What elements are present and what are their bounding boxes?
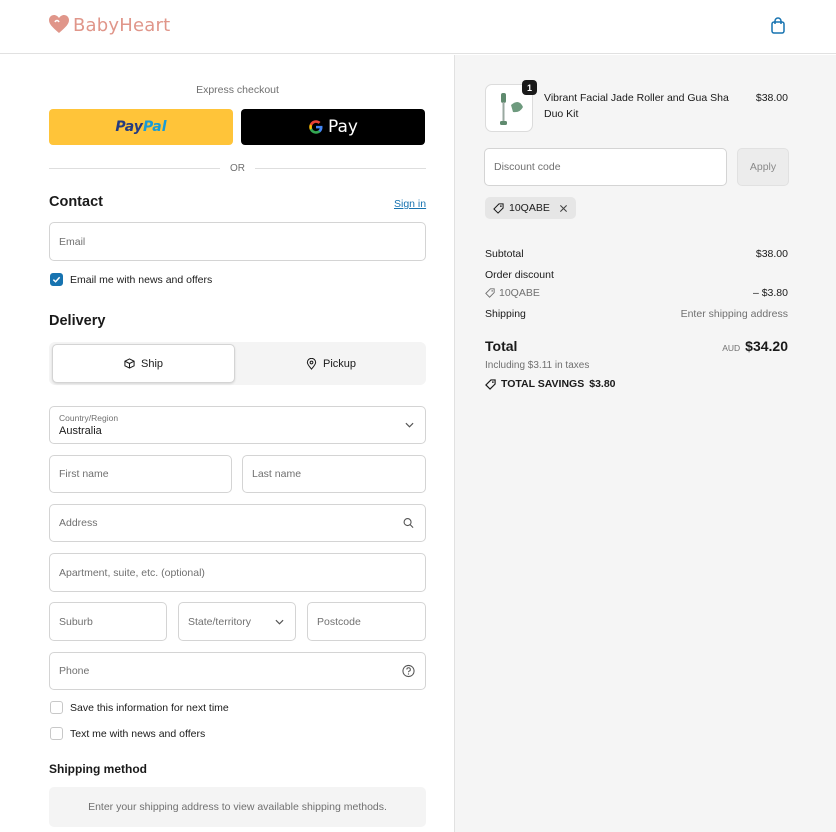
- email-news-label: Email me with news and offers: [70, 273, 213, 286]
- location-pin-icon: [306, 357, 317, 370]
- applied-discount-chip: 10QABE: [485, 197, 576, 219]
- checkout-form: Express checkout PayPal Pay OR Contact S…: [0, 55, 454, 832]
- first-name-field[interactable]: First name: [49, 455, 232, 493]
- check-icon: [52, 276, 61, 283]
- ship-option[interactable]: Ship: [52, 344, 235, 383]
- box-icon: [124, 358, 135, 369]
- taxes-note: Including $3.11 in taxes: [485, 360, 590, 371]
- total-savings: TOTAL SAVINGS $3.80: [485, 378, 616, 390]
- quantity-badge: 1: [522, 80, 537, 95]
- contact-heading: Contact: [49, 194, 103, 210]
- country-value: Australia: [59, 425, 102, 437]
- sign-in-link[interactable]: Sign in: [394, 198, 426, 210]
- currency-code: AUD: [722, 343, 741, 353]
- tag-icon: [485, 378, 496, 390]
- address-field[interactable]: Address: [49, 504, 426, 542]
- google-g-icon: [309, 120, 323, 134]
- paypal-button[interactable]: PayPal: [49, 109, 233, 145]
- country-label: Country/Region: [59, 413, 119, 423]
- header: BabyHeart: [0, 0, 836, 54]
- order-summary: 1 Vibrant Facial Jade Roller and Gua Sha…: [454, 55, 836, 832]
- or-divider: OR: [49, 161, 426, 175]
- shopping-bag-icon: [768, 17, 788, 39]
- google-pay-button[interactable]: Pay: [241, 109, 425, 145]
- delivery-method-toggle: Ship Pickup: [49, 342, 426, 385]
- text-news-label: Text me with news and offers: [70, 727, 206, 740]
- search-icon: [403, 518, 414, 528]
- last-name-field[interactable]: Last name: [242, 455, 426, 493]
- email-field[interactable]: Email: [49, 222, 426, 261]
- help-icon[interactable]: [402, 664, 415, 678]
- delivery-heading: Delivery: [49, 313, 106, 329]
- applied-discount-code: 10QABE: [509, 202, 550, 214]
- heart-icon: [48, 14, 70, 37]
- email-news-checkbox[interactable]: [50, 273, 63, 286]
- shipping-method-message: Enter your shipping address to view avai…: [49, 787, 426, 827]
- pickup-option[interactable]: Pickup: [239, 344, 423, 383]
- tag-icon: [485, 288, 495, 298]
- country-select[interactable]: Country/Region Australia: [49, 406, 426, 444]
- cart-button[interactable]: [768, 16, 788, 36]
- express-checkout-label: Express checkout: [196, 84, 279, 96]
- text-news-checkbox[interactable]: [50, 727, 63, 740]
- close-icon[interactable]: [559, 204, 568, 213]
- text-news-checkbox-row[interactable]: Text me with news and offers: [50, 727, 205, 740]
- product-name: Vibrant Facial Jade Roller and Gua Sha D…: [544, 92, 729, 120]
- apartment-field[interactable]: Apartment, suite, etc. (optional): [49, 553, 426, 592]
- save-info-checkbox-row[interactable]: Save this information for next time: [50, 701, 229, 714]
- postcode-field[interactable]: Postcode: [307, 602, 426, 641]
- chevron-down-icon: [405, 422, 414, 428]
- save-info-label: Save this information for next time: [70, 701, 229, 714]
- brand-logo[interactable]: BabyHeart: [48, 14, 170, 37]
- paypal-logo: PayPal: [115, 119, 167, 135]
- save-info-checkbox[interactable]: [50, 701, 63, 714]
- product-price: $38.00: [755, 92, 788, 104]
- state-select[interactable]: State/territory: [178, 602, 296, 641]
- total-amount: $34.20: [745, 338, 788, 354]
- shipping-row: Shipping Enter shipping address: [485, 308, 788, 320]
- tag-icon: [493, 202, 504, 214]
- subtotal-row: Subtotal $38.00: [485, 248, 788, 260]
- chevron-down-icon: [275, 619, 284, 625]
- total-row: Total AUD $34.20: [485, 338, 788, 354]
- suburb-field[interactable]: Suburb: [49, 602, 167, 641]
- email-news-checkbox-row[interactable]: Email me with news and offers: [50, 273, 212, 286]
- brand-name: BabyHeart: [73, 15, 171, 36]
- discount-code-field[interactable]: Discount code: [484, 148, 727, 186]
- phone-field[interactable]: Phone: [49, 652, 426, 690]
- order-discount-row: Order discount: [485, 269, 554, 281]
- apply-discount-button[interactable]: Apply: [737, 148, 789, 186]
- discount-code-row: 10QABE – $3.80: [485, 287, 788, 299]
- shipping-method-heading: Shipping method: [49, 762, 147, 776]
- google-pay-logo: Pay: [308, 117, 358, 137]
